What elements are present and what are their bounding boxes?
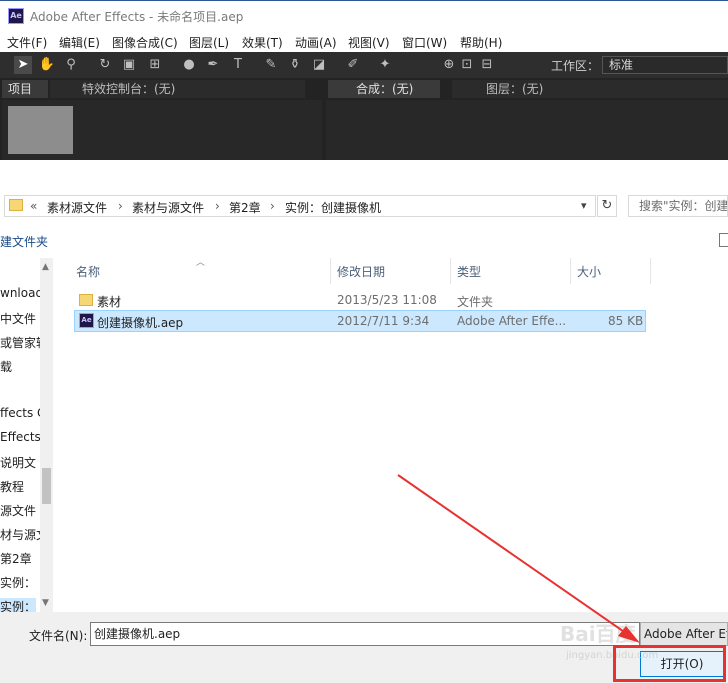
annotation-arrow-icon	[397, 474, 640, 643]
